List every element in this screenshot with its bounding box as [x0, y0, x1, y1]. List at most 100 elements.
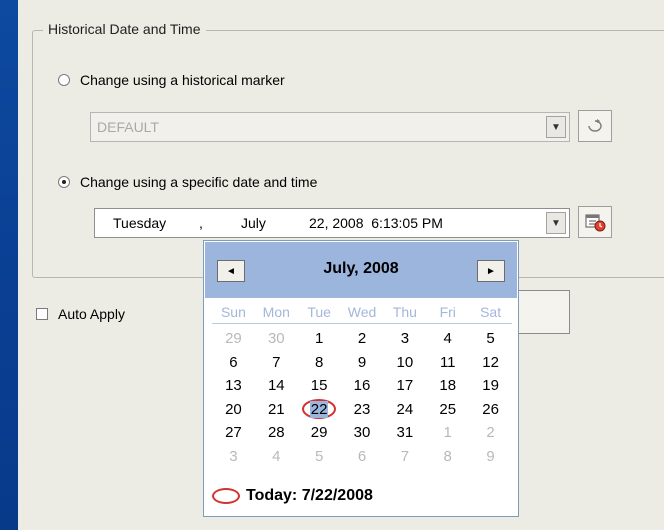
calendar-day[interactable]: 30: [341, 421, 384, 445]
calendar-day-grid: 29 30 1 2 3 4 5 6 7 8 9 10 11 12 13 14 15 16 17 18 19 20 21 22 2…: [212, 327, 512, 468]
calendar-day[interactable]: 7: [255, 351, 298, 375]
calendar-day[interactable]: 28: [255, 421, 298, 445]
radio-button-specific[interactable]: [58, 176, 70, 188]
calendar-day-number: 5: [314, 447, 324, 465]
calendar-day[interactable]: 31: [383, 421, 426, 445]
calendar-day[interactable]: 17: [383, 374, 426, 398]
calendar-day[interactable]: 2: [341, 327, 384, 351]
calendar-day[interactable]: 14: [255, 374, 298, 398]
calendar-day-number: 28: [267, 424, 285, 441]
calendar-day[interactable]: 20: [212, 398, 255, 422]
calendar-day[interactable]: 30: [255, 327, 298, 351]
calendar-day[interactable]: 21: [255, 398, 298, 422]
refresh-marker-button[interactable]: [578, 110, 612, 142]
calendar-day-number: 18: [439, 377, 457, 394]
calendar-day[interactable]: 24: [383, 398, 426, 422]
picker-separator: ,: [199, 215, 203, 231]
next-month-button[interactable]: ►: [477, 260, 505, 282]
calendar-day[interactable]: 4: [255, 445, 298, 469]
radio-historical-marker[interactable]: Change using a historical marker: [58, 72, 285, 88]
calendar-day[interactable]: 25: [426, 398, 469, 422]
today-link[interactable]: Today: 7/22/2008: [212, 487, 373, 505]
calendar-day[interactable]: 26: [469, 398, 512, 422]
calendar-day-number: 21: [267, 400, 285, 418]
calendar-day-number: 13: [225, 377, 242, 394]
calendar-day[interactable]: 15: [298, 374, 341, 398]
calendar-day-number: 29: [225, 330, 242, 347]
refresh-icon: [588, 119, 602, 132]
calendar-day-number: 10: [396, 353, 414, 371]
calendar-day-number: 8: [443, 447, 452, 465]
radio-marker-label: Change using a historical marker: [80, 72, 285, 88]
calendar-day-number: 27: [225, 424, 242, 441]
calendar-day[interactable]: 9: [469, 445, 512, 469]
calendar-day-selected[interactable]: 22: [298, 398, 341, 422]
calendar-day-number: 1: [314, 330, 324, 347]
calendar-day[interactable]: 11: [426, 351, 469, 375]
calendar-day-number: 14: [267, 377, 285, 394]
calendar-day[interactable]: 1: [426, 421, 469, 445]
calendar-day[interactable]: 6: [341, 445, 384, 469]
calendar-day-number: 1: [443, 424, 452, 441]
calendar-day-number: 2: [486, 424, 495, 441]
calendar-day[interactable]: 3: [212, 445, 255, 469]
calendar-day-number: 9: [357, 353, 367, 371]
calendar-day[interactable]: 1: [298, 327, 341, 351]
calendar-day[interactable]: 6: [212, 351, 255, 375]
calendar-day-number: 8: [314, 353, 324, 371]
dow-label: Sat: [480, 304, 502, 320]
calendar-week-row: 20 21 22 23 24 25 26: [212, 398, 512, 422]
auto-apply-checkbox-row[interactable]: Auto Apply: [36, 306, 125, 322]
radio-specific-datetime[interactable]: Change using a specific date and time: [58, 174, 317, 190]
calendar-week-row: 13 14 15 16 17 18 19: [212, 374, 512, 398]
calendar-day[interactable]: 29: [212, 327, 255, 351]
calendar-day[interactable]: 10: [383, 351, 426, 375]
calendar-day[interactable]: 8: [426, 445, 469, 469]
picker-date-time[interactable]: 22, 2008 6:13:05 PM: [309, 215, 443, 231]
calendar-day[interactable]: 29: [298, 421, 341, 445]
calendar-day[interactable]: 2: [469, 421, 512, 445]
calendar-day-number: 26: [482, 400, 499, 418]
calendar-day[interactable]: 5: [298, 445, 341, 469]
dow-label: Thu: [392, 304, 417, 320]
calendar-day-number: 16: [353, 377, 371, 394]
calendar-day-number: 17: [396, 377, 414, 394]
auto-apply-label: Auto Apply: [58, 306, 125, 322]
auto-apply-checkbox[interactable]: [36, 308, 48, 320]
chevron-down-icon[interactable]: ▼: [546, 212, 566, 234]
calendar-day-number: 31: [396, 424, 414, 441]
today-circle-icon: [212, 488, 240, 504]
calendar-day-number: 25: [439, 400, 457, 418]
dow-label: Sun: [220, 304, 246, 320]
radio-button-marker[interactable]: [58, 74, 70, 86]
calendar-day[interactable]: 8: [298, 351, 341, 375]
calendar-day-number: 6: [229, 353, 238, 371]
radio-specific-label: Change using a specific date and time: [80, 174, 318, 190]
marker-combo-value: DEFAULT: [97, 119, 159, 135]
calendar-day[interactable]: 5: [469, 327, 512, 351]
calendar-day[interactable]: 7: [383, 445, 426, 469]
datetime-picker[interactable]: Tuesday , July 22, 2008 6:13:05 PM ▼: [94, 208, 570, 238]
calendar-day-number: 24: [396, 400, 414, 418]
calendar-week-row: 29 30 1 2 3 4 5: [212, 327, 512, 351]
picker-month[interactable]: July: [241, 215, 266, 231]
picker-weekday[interactable]: Tuesday: [113, 215, 166, 231]
calendar-day[interactable]: 13: [212, 374, 255, 398]
date-options-button[interactable]: [578, 206, 612, 238]
calendar-day[interactable]: 9: [341, 351, 384, 375]
calendar-day[interactable]: 23: [341, 398, 384, 422]
today-label[interactable]: Today: 7/22/2008: [246, 487, 373, 505]
calendar-day-number: 7: [272, 353, 281, 371]
calendar-day[interactable]: 27: [212, 421, 255, 445]
calendar-dropdown[interactable]: ◄ July, 2008 ► Sun Mon Tue Wed Thu Fri S…: [203, 240, 519, 517]
calendar-day[interactable]: 18: [426, 374, 469, 398]
calendar-day-number: 30: [267, 330, 285, 347]
calendar-day-number: 15: [310, 377, 328, 394]
calendar-day[interactable]: 4: [426, 327, 469, 351]
calendar-day[interactable]: 19: [469, 374, 512, 398]
calendar-day[interactable]: 16: [341, 374, 384, 398]
marker-combo: DEFAULT ▼: [90, 112, 570, 142]
calendar-day-number: 4: [272, 447, 281, 465]
calendar-day[interactable]: 3: [383, 327, 426, 351]
calendar-day[interactable]: 12: [469, 351, 512, 375]
